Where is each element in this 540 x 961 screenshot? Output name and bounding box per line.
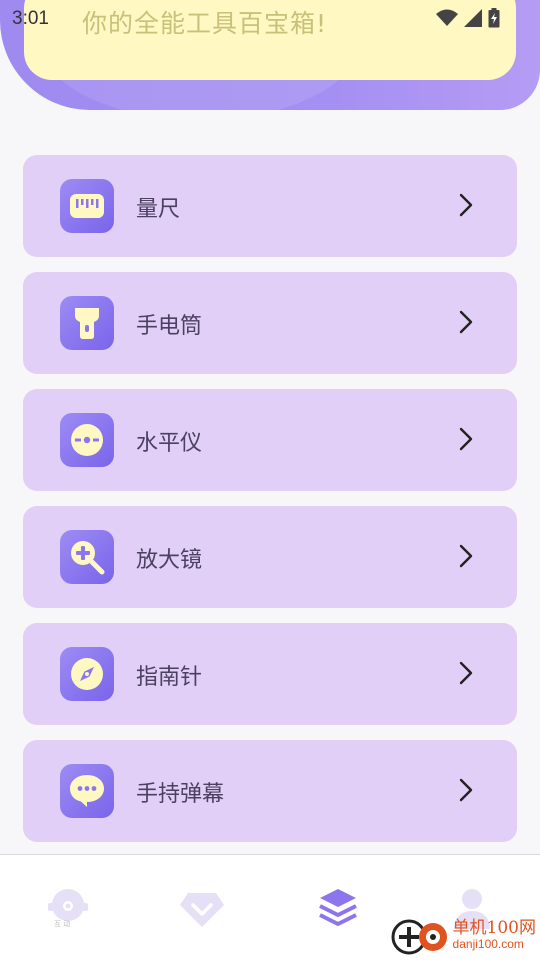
nav-item-interact[interactable]: 互 动: [44, 885, 92, 933]
tool-item-flashlight[interactable]: 手电筒: [23, 272, 517, 374]
nav-item-diamond[interactable]: [178, 885, 226, 933]
chevron-right-icon: [459, 310, 473, 334]
battery-icon: [488, 8, 500, 28]
bottom-nav: 互 动 单机100网 danji100.com: [0, 854, 540, 961]
watermark-text: 单机100网 danji100.com: [453, 919, 536, 951]
chevron-right-icon: [459, 427, 473, 451]
watermark-line2: danji100.com: [452, 937, 524, 951]
ruler-icon: [60, 179, 114, 233]
layers-icon: [319, 889, 357, 926]
magnifier-icon: [60, 530, 114, 584]
chat-bubble-icon: [60, 764, 114, 818]
level-icon: [60, 413, 114, 467]
watermark-line1: 单机100网: [452, 918, 536, 938]
nav-caption: 互 动: [54, 920, 71, 928]
status-icons: [436, 8, 500, 28]
watermark-logo-icon: [391, 919, 447, 955]
tool-item-bullet-screen[interactable]: 手持弹幕: [23, 740, 517, 842]
cellular-signal-icon: [464, 9, 482, 27]
nav-item-tools[interactable]: [314, 885, 362, 933]
tool-item-level[interactable]: 水平仪: [23, 389, 517, 491]
chevron-right-icon: [459, 544, 473, 568]
tool-label: 量尺: [136, 197, 181, 222]
tool-label: 指南针: [136, 665, 203, 690]
flashlight-icon: [60, 296, 114, 350]
watermark: 单机100网 danji100.com: [391, 915, 536, 955]
diamond-icon: [180, 893, 224, 927]
tool-label: 手电筒: [136, 314, 203, 339]
tool-label: 手持弹幕: [136, 782, 225, 807]
wifi-icon: [436, 9, 458, 26]
tool-list: 量尺 手电筒 水平仪 放大镜 指南针 手持弹幕: [23, 155, 517, 857]
chevron-right-icon: [459, 778, 473, 802]
chevron-right-icon: [459, 661, 473, 685]
tool-label: 水平仪: [136, 431, 203, 456]
chevron-right-icon: [459, 193, 473, 217]
tool-label: 放大镜: [136, 548, 203, 573]
status-time: 3:01: [12, 8, 49, 29]
compass-icon: [60, 647, 114, 701]
tool-item-magnifier[interactable]: 放大镜: [23, 506, 517, 608]
tool-item-compass[interactable]: 指南针: [23, 623, 517, 725]
banner-text: 你的全能工具百宝箱!: [82, 9, 328, 38]
tool-item-ruler[interactable]: 量尺: [23, 155, 517, 257]
